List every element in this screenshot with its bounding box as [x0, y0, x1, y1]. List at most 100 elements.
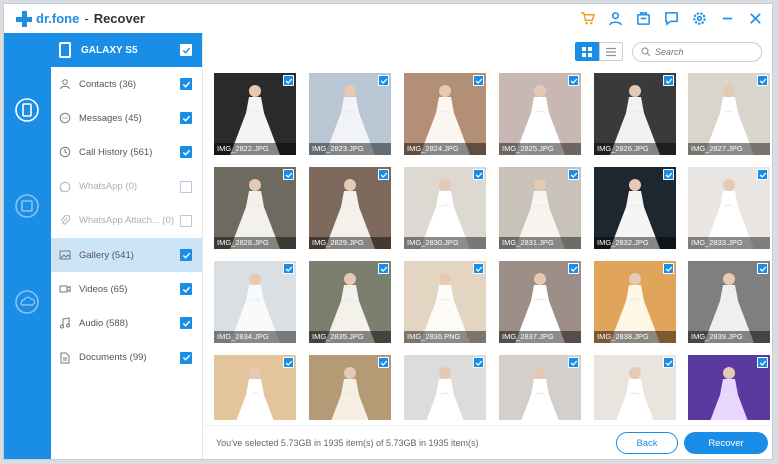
photo-tile[interactable]: IMG_2822.JPG: [214, 73, 296, 155]
select-all-checkbox[interactable]: [180, 44, 192, 56]
photo-tile[interactable]: IMG_2828.JPG: [214, 167, 296, 249]
category-item[interactable]: WhatsApp Attach... (0): [51, 204, 202, 238]
category-item[interactable]: Audio (588): [51, 306, 202, 340]
photo-filename: IMG_2838.JPG: [594, 331, 676, 343]
category-label: Gallery (541): [79, 249, 134, 261]
grid-icon: [582, 46, 592, 57]
photo-filename: IMG_2837.JPG: [499, 331, 581, 343]
photo-checkbox[interactable]: [568, 169, 579, 180]
photo-checkbox[interactable]: [568, 263, 579, 274]
photo-checkbox[interactable]: [473, 75, 484, 86]
photo-checkbox[interactable]: [757, 263, 768, 274]
photo-checkbox[interactable]: [757, 169, 768, 180]
back-button[interactable]: Back: [616, 432, 678, 454]
photo-tile[interactable]: IMG_2839.JPG: [688, 261, 770, 343]
store-icon[interactable]: [634, 9, 652, 27]
search-input[interactable]: [655, 47, 755, 57]
photo-tile[interactable]: IMG_2838.JPG: [594, 261, 676, 343]
photo-tile[interactable]: IMG_2832.JPG: [594, 167, 676, 249]
photo-checkbox[interactable]: [568, 357, 579, 368]
photo-checkbox[interactable]: [283, 75, 294, 86]
category-checkbox[interactable]: [180, 317, 192, 330]
category-item[interactable]: Documents (99): [51, 341, 202, 375]
photo-checkbox[interactable]: [663, 263, 674, 274]
app-logo: dr.fone - Recover: [16, 10, 145, 27]
photo-checkbox[interactable]: [378, 357, 389, 368]
itunes-recover-icon[interactable]: [12, 191, 42, 221]
photo-checkbox[interactable]: [378, 169, 389, 180]
photo-checkbox[interactable]: [378, 75, 389, 86]
photo-filename: IMG_2835.JPG: [309, 331, 391, 343]
category-checkbox[interactable]: [180, 283, 192, 296]
photo-checkbox[interactable]: [663, 169, 674, 180]
account-icon[interactable]: [606, 9, 624, 27]
photo-checkbox[interactable]: [473, 169, 484, 180]
search-box[interactable]: [632, 42, 762, 62]
photo-filename: IMG_2836.PNG: [404, 331, 486, 343]
main-content: IMG_2822.JPG IMG_2823.JPG IMG_2824.JPG IMG_…: [204, 33, 772, 459]
icloud-recover-icon[interactable]: [12, 287, 42, 317]
photo-tile[interactable]: IMG_2829.JPG: [309, 167, 391, 249]
category-checkbox[interactable]: [180, 180, 192, 193]
category-checkbox[interactable]: [180, 146, 192, 159]
photo-checkbox[interactable]: [473, 357, 484, 368]
photo-tile[interactable]: IMG_2834.JPG: [214, 261, 296, 343]
photo-checkbox[interactable]: [568, 75, 579, 86]
photo-filename: IMG_2832.JPG: [594, 237, 676, 249]
grid-view-button[interactable]: [575, 42, 599, 61]
category-checkbox[interactable]: [180, 351, 192, 364]
category-checkbox[interactable]: [180, 78, 192, 91]
photo-tile[interactable]: IMG_2826.JPG: [594, 73, 676, 155]
photo-checkbox[interactable]: [283, 263, 294, 274]
photo-tile[interactable]: IMG_2836.PNG: [404, 261, 486, 343]
category-checkbox[interactable]: [180, 112, 192, 125]
photo-tile[interactable]: [404, 355, 486, 420]
category-item[interactable]: Contacts (36): [51, 67, 202, 101]
category-checkbox[interactable]: [180, 249, 192, 262]
contacts-icon: [59, 78, 71, 90]
photo-checkbox[interactable]: [663, 357, 674, 368]
category-item[interactable]: Messages (45): [51, 101, 202, 135]
category-item[interactable]: WhatsApp (0): [51, 170, 202, 204]
photo-tile[interactable]: [688, 355, 770, 420]
device-name: GALAXY S5: [81, 44, 138, 56]
photo-checkbox[interactable]: [473, 263, 484, 274]
photo-tile[interactable]: IMG_2830.JPG: [404, 167, 486, 249]
photo-tile[interactable]: [594, 355, 676, 420]
photo-checkbox[interactable]: [378, 263, 389, 274]
photo-tile[interactable]: IMG_2827.JPG: [688, 73, 770, 155]
photo-tile[interactable]: IMG_2837.JPG: [499, 261, 581, 343]
phone-recover-icon[interactable]: [12, 95, 42, 125]
photo-checkbox[interactable]: [283, 169, 294, 180]
photo-checkbox[interactable]: [663, 75, 674, 86]
category-item[interactable]: Call History (561): [51, 135, 202, 169]
feedback-icon[interactable]: [662, 9, 680, 27]
photo-tile[interactable]: [499, 355, 581, 420]
photo-tile[interactable]: IMG_2824.JPG: [404, 73, 486, 155]
close-icon[interactable]: [746, 9, 764, 27]
photo-filename: IMG_2822.JPG: [214, 143, 296, 155]
cart-icon[interactable]: [578, 9, 596, 27]
photo-checkbox[interactable]: [283, 357, 294, 368]
photo-tile[interactable]: IMG_2831.JPG: [499, 167, 581, 249]
settings-icon[interactable]: [690, 9, 708, 27]
photo-tile[interactable]: IMG_2833.JPG: [688, 167, 770, 249]
photo-tile[interactable]: IMG_2823.JPG: [309, 73, 391, 155]
phone-icon: [59, 42, 71, 58]
device-header[interactable]: GALAXY S5: [51, 33, 202, 67]
photo-tile[interactable]: IMG_2825.JPG: [499, 73, 581, 155]
whatsapp-icon: [59, 181, 71, 193]
minimize-icon[interactable]: [718, 9, 736, 27]
photo-filename: IMG_2828.JPG: [214, 237, 296, 249]
category-item[interactable]: Videos (65): [51, 272, 202, 306]
photo-checkbox[interactable]: [757, 357, 768, 368]
category-checkbox[interactable]: [180, 214, 192, 227]
photo-filename: IMG_2831.JPG: [499, 237, 581, 249]
list-view-button[interactable]: [599, 42, 623, 61]
photo-checkbox[interactable]: [757, 75, 768, 86]
photo-tile[interactable]: IMG_2835.JPG: [309, 261, 391, 343]
recover-button[interactable]: Recover: [684, 432, 768, 454]
photo-tile[interactable]: [309, 355, 391, 420]
photo-tile[interactable]: [214, 355, 296, 420]
category-item[interactable]: Gallery (541): [51, 237, 202, 273]
